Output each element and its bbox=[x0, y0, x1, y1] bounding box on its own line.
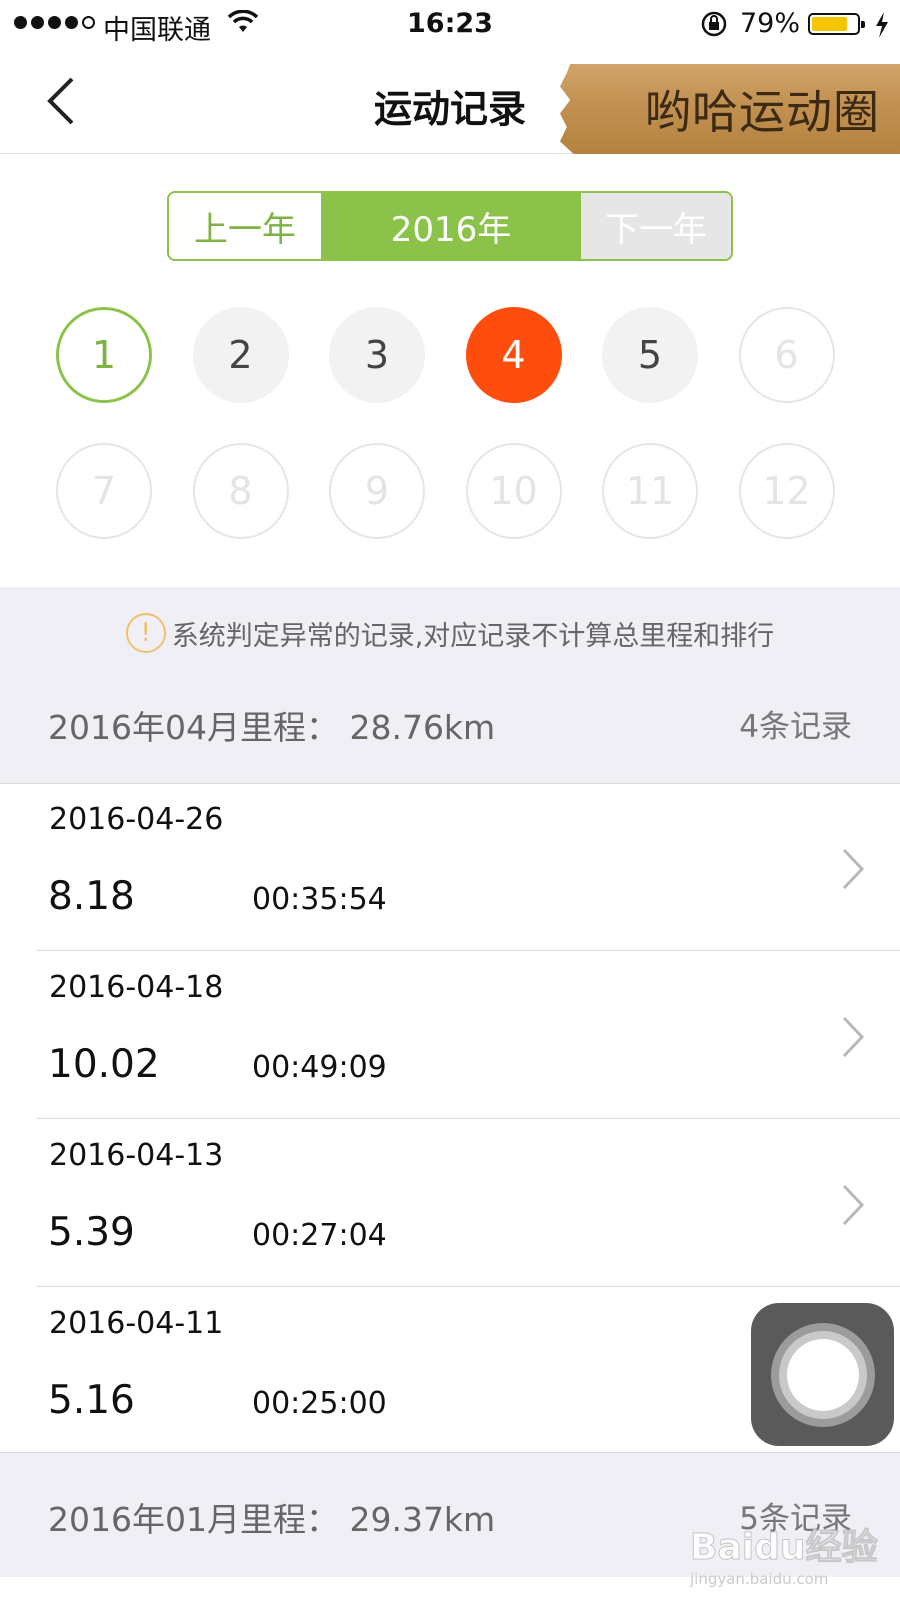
current-year-label: 2016年 bbox=[321, 193, 581, 259]
warning-icon: ! bbox=[125, 613, 166, 653]
record-duration: 00:25:00 bbox=[252, 1386, 387, 1421]
abnormal-record-notice: ! 系统判定异常的记录,对应记录不计算总里程和排行 bbox=[0, 613, 900, 653]
row-divider bbox=[36, 1286, 900, 1287]
watermark-logo: Baidu经验 jingyan.baidu.com bbox=[690, 1518, 890, 1589]
month-button-11: 11 bbox=[602, 443, 698, 539]
nav-bar: 运动记录 哟哈运动圈 bbox=[0, 50, 900, 154]
record-duration: 00:35:54 bbox=[252, 882, 387, 917]
row-divider bbox=[36, 950, 900, 951]
record-duration: 00:49:09 bbox=[252, 1050, 387, 1085]
record-distance: 10.02 bbox=[48, 1042, 160, 1087]
chevron-right-icon bbox=[842, 1184, 865, 1226]
previous-year-button[interactable]: 上一年 bbox=[169, 193, 321, 259]
month-button-2[interactable]: 2 bbox=[192, 307, 289, 403]
record-distance: 5.39 bbox=[48, 1210, 135, 1255]
next-year-button[interactable]: 下一年 bbox=[581, 193, 731, 259]
month-button-5[interactable]: 5 bbox=[602, 307, 698, 403]
month-button-4[interactable]: 4 bbox=[465, 307, 562, 403]
watermark-url: jingyan.baidu.com bbox=[690, 1570, 829, 1588]
record-row[interactable]: 2016-04-18 10.02 00:49:09 bbox=[0, 952, 900, 1119]
chevron-right-icon bbox=[842, 848, 865, 890]
month-button-9: 9 bbox=[329, 443, 425, 539]
month-button-7: 7 bbox=[56, 443, 152, 539]
brand-text: 哟哈运动圈 bbox=[645, 85, 880, 139]
month-button-12: 12 bbox=[738, 443, 835, 539]
watermark-text: Baidu经验 bbox=[690, 1527, 878, 1569]
record-date: 2016-04-26 bbox=[49, 802, 224, 837]
record-row[interactable]: 2016-04-13 5.39 00:27:04 bbox=[0, 1120, 900, 1287]
month-button-1[interactable]: 1 bbox=[56, 307, 152, 403]
month-distance-summary-2: 2016年01月里程： 29.37km bbox=[48, 1500, 496, 1539]
battery-percent: 79% bbox=[740, 8, 801, 39]
month-button-10: 10 bbox=[465, 443, 562, 539]
record-distance: 8.18 bbox=[48, 874, 135, 919]
status-bar: 中国联通 16:23 79% bbox=[0, 0, 900, 50]
record-date: 2016-04-13 bbox=[49, 1138, 224, 1173]
record-date: 2016-04-18 bbox=[49, 970, 224, 1005]
notice-text: 系统判定异常的记录,对应记录不计算总里程和排行 bbox=[171, 620, 775, 652]
record-row[interactable]: 2016-04-26 8.18 00:35:54 bbox=[0, 784, 900, 951]
record-distance: 5.16 bbox=[48, 1378, 135, 1423]
row-divider bbox=[36, 1118, 900, 1119]
record-date: 2016-04-11 bbox=[49, 1306, 224, 1341]
month-button-6: 6 bbox=[738, 307, 835, 403]
month-button-3[interactable]: 3 bbox=[329, 307, 425, 403]
battery-icon bbox=[808, 13, 865, 35]
month-distance-summary: 2016年04月里程： 28.76km bbox=[48, 708, 496, 747]
year-selector: 上一年 2016年 下一年 bbox=[167, 191, 733, 261]
record-count: 4条记录 bbox=[739, 709, 852, 745]
rotation-lock-icon bbox=[701, 11, 727, 37]
month-button-8: 8 bbox=[192, 443, 289, 539]
assistive-touch-button[interactable] bbox=[751, 1303, 894, 1446]
brand-banner: 哟哈运动圈 bbox=[560, 64, 900, 154]
chevron-right-icon bbox=[842, 1016, 865, 1058]
month-summary-section: ! 系统判定异常的记录,对应记录不计算总里程和排行 2016年04月里程： 28… bbox=[0, 587, 900, 784]
charging-bolt-icon bbox=[876, 12, 888, 38]
record-duration: 00:27:04 bbox=[252, 1218, 387, 1253]
